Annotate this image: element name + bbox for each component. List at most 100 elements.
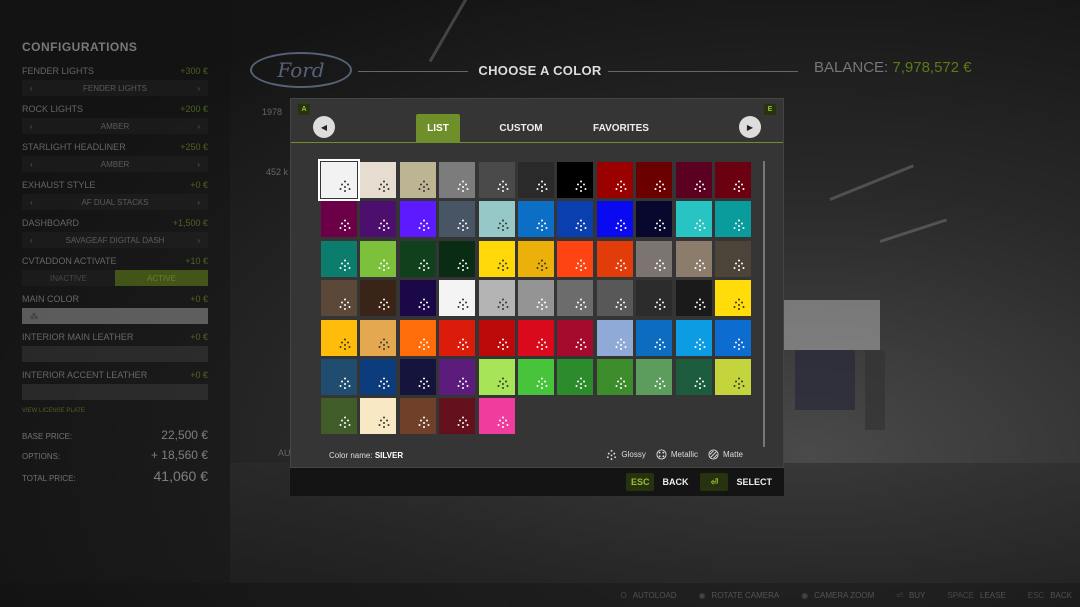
color-swatch[interactable]: [675, 319, 712, 356]
color-swatch[interactable]: [675, 240, 712, 277]
camera-zoom-action[interactable]: ◉ CAMERA ZOOM: [801, 591, 874, 600]
color-swatch[interactable]: [636, 162, 673, 198]
color-swatch[interactable]: [321, 358, 357, 395]
color-swatch[interactable]: [517, 358, 554, 395]
chevron-right-icon[interactable]: ›: [197, 236, 200, 245]
color-swatch[interactable]: [360, 280, 397, 317]
color-swatch[interactable]: [557, 201, 594, 238]
color-swatch[interactable]: [557, 162, 594, 198]
color-swatch[interactable]: [399, 398, 436, 435]
prev-tab-key[interactable]: A: [298, 104, 310, 115]
chevron-left-icon[interactable]: ‹: [30, 122, 33, 131]
chevron-left-icon[interactable]: ‹: [30, 236, 33, 245]
config-item[interactable]: STARLIGHT HEADLINER +250 € ‹ AMBER ›: [22, 142, 208, 172]
color-swatch[interactable]: [478, 358, 515, 395]
color-swatch[interactable]: [360, 201, 397, 238]
color-swatch[interactable]: [714, 358, 751, 395]
color-swatch[interactable]: [596, 162, 633, 198]
color-swatch[interactable]: [714, 201, 751, 238]
color-swatch[interactable]: [675, 201, 712, 238]
color-swatch[interactable]: [714, 280, 751, 317]
autoload-action[interactable]: O AUTOLOAD: [620, 591, 676, 600]
color-swatch[interactable]: [596, 240, 633, 277]
color-swatch[interactable]: [478, 319, 515, 356]
color-swatch[interactable]: [318, 159, 360, 201]
color-swatch[interactable]: [321, 319, 357, 356]
color-swatch[interactable]: [557, 240, 594, 277]
color-swatch[interactable]: [557, 280, 594, 317]
rotate-camera-action[interactable]: ◉ ROTATE CAMERA: [699, 591, 780, 600]
color-swatch[interactable]: [360, 162, 397, 198]
color-swatch[interactable]: [439, 280, 476, 317]
color-swatch[interactable]: [517, 201, 554, 238]
cvt-toggle-item[interactable]: CVTADDON ACTIVATE +10 € INACTIVE ACTIVE: [22, 256, 208, 286]
color-swatch[interactable]: [399, 201, 436, 238]
color-swatch[interactable]: [636, 280, 673, 317]
prev-arrow-button[interactable]: ◀: [313, 116, 335, 138]
active-option[interactable]: ACTIVE: [115, 270, 208, 286]
color-swatch[interactable]: [321, 240, 357, 277]
next-arrow-button[interactable]: ▶: [739, 116, 761, 138]
tab-list[interactable]: LIST: [416, 114, 460, 142]
color-swatch[interactable]: [399, 240, 436, 277]
chevron-left-icon[interactable]: ‹: [30, 84, 33, 93]
color-swatch[interactable]: [596, 358, 633, 395]
config-item[interactable]: ROCK LIGHTS +200 € ‹ AMBER ›: [22, 104, 208, 134]
color-swatch[interactable]: [517, 240, 554, 277]
color-swatch[interactable]: [675, 358, 712, 395]
color-swatch[interactable]: [636, 201, 673, 238]
color-swatch[interactable]: [439, 398, 476, 435]
color-swatch[interactable]: [439, 162, 476, 198]
color-swatch[interactable]: [321, 398, 357, 435]
license-plate-link[interactable]: VIEW LICENSE PLATE: [22, 408, 208, 414]
chevron-right-icon[interactable]: ›: [197, 160, 200, 169]
color-swatch[interactable]: [636, 319, 673, 356]
color-swatch[interactable]: [321, 201, 357, 238]
tab-favorites[interactable]: FAVORITES: [586, 114, 656, 142]
color-swatch[interactable]: [714, 240, 751, 277]
color-swatch[interactable]: [321, 280, 357, 317]
back-action[interactable]: ESC BACK: [1028, 591, 1072, 600]
interior-accent-swatch[interactable]: [22, 384, 208, 400]
color-swatch[interactable]: [478, 162, 515, 198]
config-item[interactable]: EXHAUST STYLE +0 € ‹ AF DUAL STACKS ›: [22, 180, 208, 210]
color-swatch[interactable]: [399, 280, 436, 317]
color-swatch[interactable]: [399, 358, 436, 395]
lease-action[interactable]: SPACE LEASE: [947, 591, 1005, 600]
next-tab-key[interactable]: E: [764, 104, 776, 115]
color-swatch[interactable]: [596, 280, 633, 317]
color-swatch[interactable]: [714, 319, 751, 356]
color-swatch[interactable]: [399, 319, 436, 356]
scrollbar[interactable]: [763, 161, 765, 447]
color-swatch[interactable]: [596, 201, 633, 238]
inactive-option[interactable]: INACTIVE: [22, 270, 115, 286]
color-swatch[interactable]: [517, 280, 554, 317]
color-swatch[interactable]: [439, 240, 476, 277]
main-color-swatch[interactable]: ⁂: [22, 308, 208, 324]
color-swatch[interactable]: [478, 201, 515, 238]
color-swatch[interactable]: [714, 162, 751, 198]
color-swatch[interactable]: [517, 319, 554, 356]
chevron-left-icon[interactable]: ‹: [30, 160, 33, 169]
color-swatch[interactable]: [636, 358, 673, 395]
color-swatch[interactable]: [478, 280, 515, 317]
buy-action[interactable]: ⏎ BUY: [896, 591, 925, 600]
color-swatch[interactable]: [557, 358, 594, 395]
color-swatch[interactable]: [360, 398, 397, 435]
color-swatch[interactable]: [439, 319, 476, 356]
color-swatch[interactable]: [557, 319, 594, 356]
interior-main-item[interactable]: INTERIOR MAIN LEATHER +0 €: [22, 332, 208, 362]
color-swatch[interactable]: [360, 358, 397, 395]
config-item[interactable]: FENDER LIGHTS +300 € ‹ FENDER LIGHTS ›: [22, 66, 208, 96]
color-swatch[interactable]: [360, 319, 397, 356]
select-button[interactable]: ⏎ SELECT: [700, 473, 772, 491]
chevron-right-icon[interactable]: ›: [197, 198, 200, 207]
color-swatch[interactable]: [636, 240, 673, 277]
color-swatch[interactable]: [439, 358, 476, 395]
color-swatch[interactable]: [360, 240, 397, 277]
back-button[interactable]: ESC BACK: [625, 473, 688, 491]
interior-main-swatch[interactable]: [22, 346, 208, 362]
chevron-right-icon[interactable]: ›: [197, 122, 200, 131]
interior-accent-item[interactable]: INTERIOR ACCENT LEATHER +0 €: [22, 370, 208, 400]
color-swatch[interactable]: [439, 201, 476, 238]
